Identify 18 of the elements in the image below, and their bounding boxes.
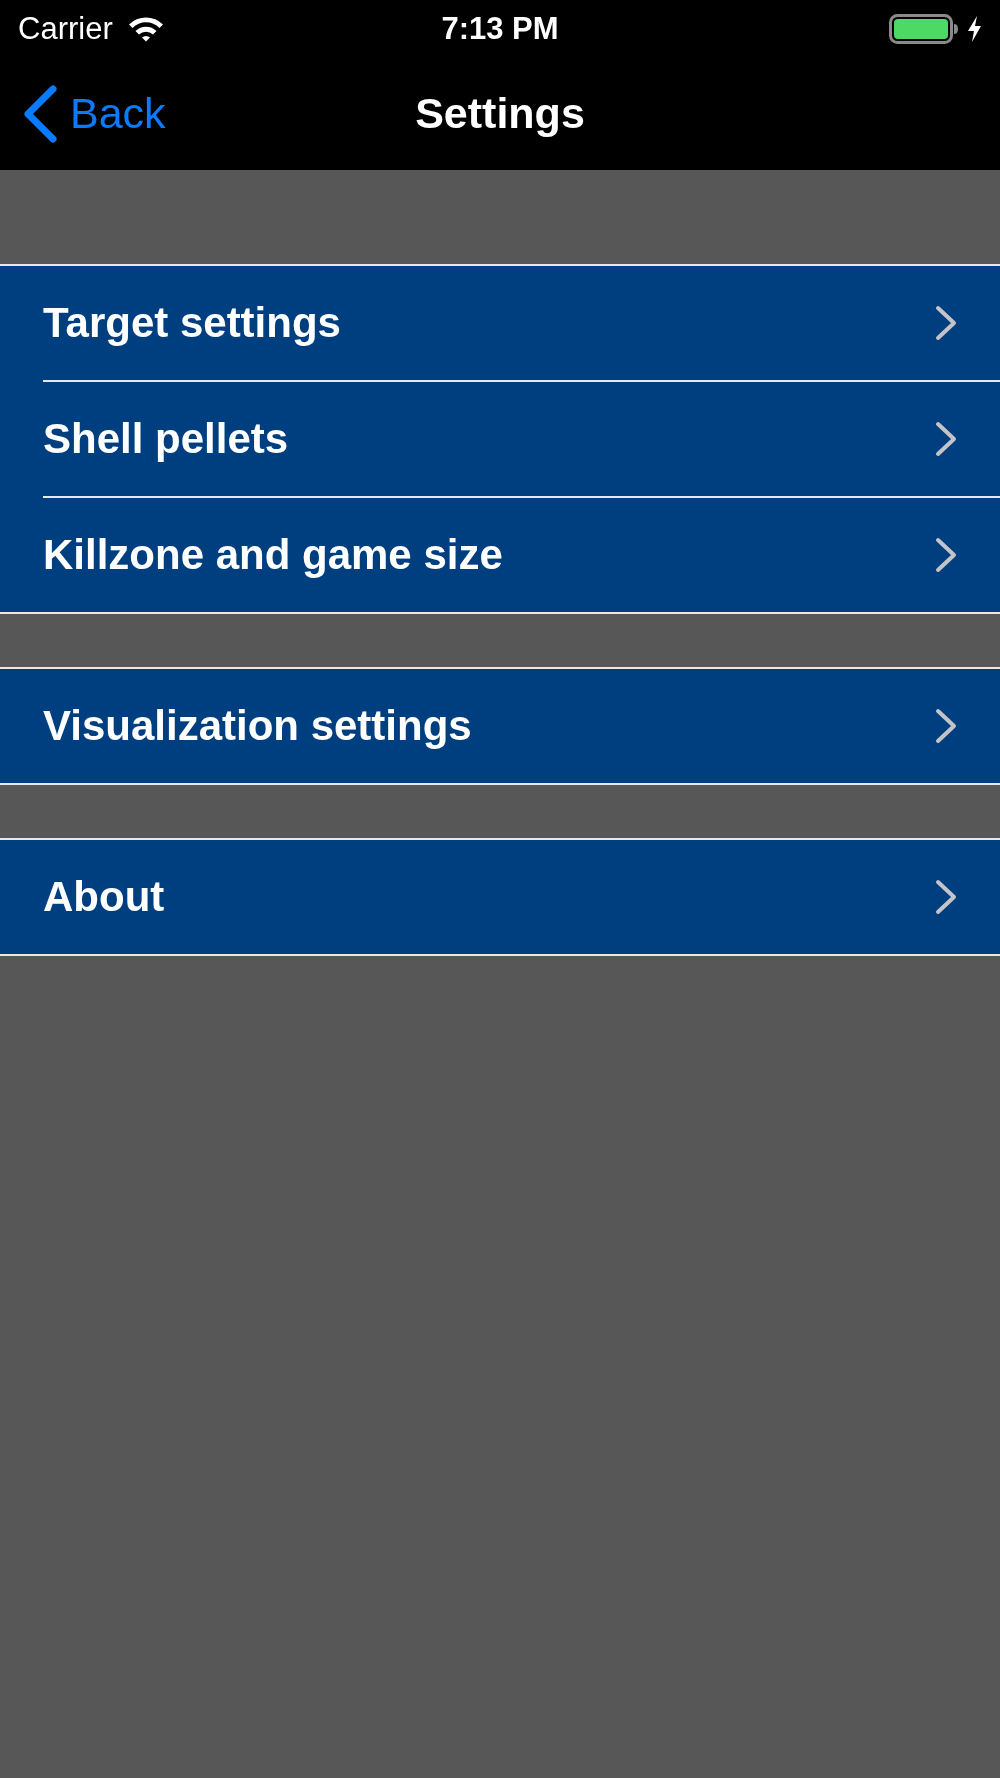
settings-row[interactable]: Killzone and game size	[0, 498, 1000, 612]
settings-row[interactable]: About	[0, 840, 1000, 954]
back-button[interactable]: Back	[22, 84, 166, 143]
wifi-icon	[126, 15, 165, 42]
status-time: 7:13 PM	[441, 13, 559, 44]
battery-icon	[889, 13, 959, 44]
lightning-bolt-icon	[967, 15, 982, 42]
settings-row[interactable]: Shell pellets	[0, 382, 1000, 496]
carrier-label: Carrier	[18, 13, 113, 44]
settings-row[interactable]: Visualization settings	[0, 669, 1000, 783]
chevron-right-icon	[935, 421, 957, 457]
settings-row[interactable]: Target settings	[0, 266, 1000, 380]
chevron-right-icon	[935, 537, 957, 573]
chevron-right-icon	[935, 708, 957, 744]
chevron-left-icon	[22, 84, 58, 143]
chevron-right-icon	[935, 879, 957, 915]
chevron-right-icon	[935, 305, 957, 341]
screen-title: Settings	[415, 92, 585, 135]
